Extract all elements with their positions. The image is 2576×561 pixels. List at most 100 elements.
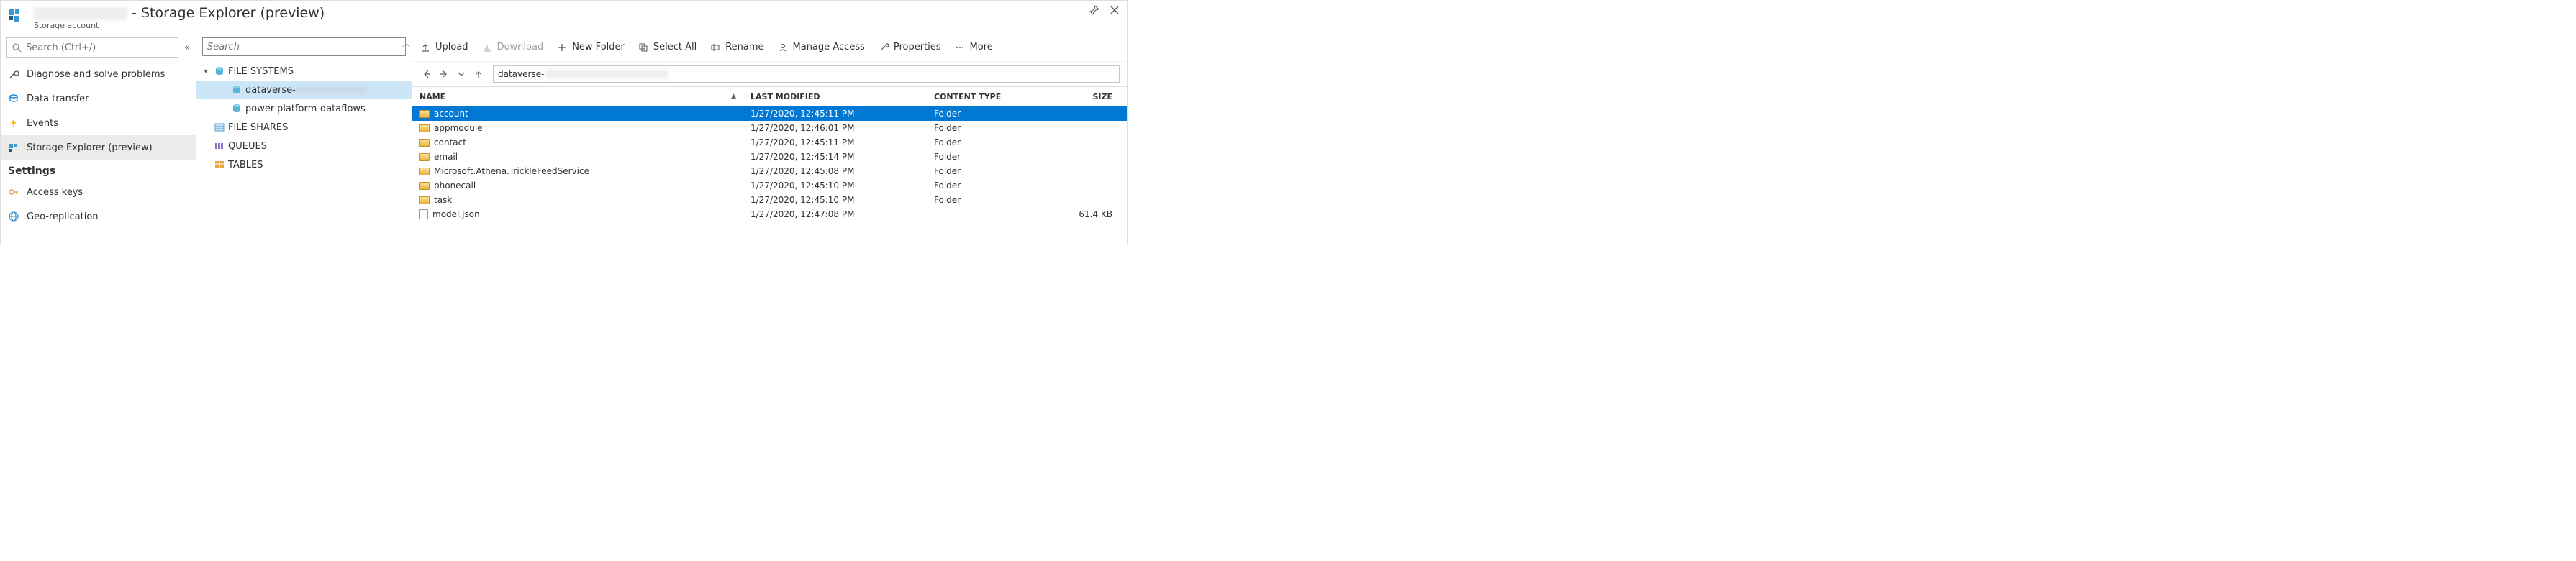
new-folder-label: New Folder (572, 42, 625, 53)
more-button[interactable]: More (954, 42, 993, 53)
more-icon (954, 42, 966, 53)
tree: ▾FILE SYSTEMSdataverse-xxxxxxxxxxxxxpowe… (196, 60, 412, 175)
cell-name: appmodule (412, 123, 743, 133)
middle-panel: ︿ ▾FILE SYSTEMSdataverse-xxxxxxxxxxxxxpo… (196, 33, 412, 245)
cell-modified: 1/27/2020, 12:45:10 PM (743, 181, 927, 191)
properties-button[interactable]: Properties (878, 42, 941, 53)
tree-item-power-platform-dataflows[interactable]: power-platform-dataflows (196, 99, 412, 118)
right-panel: Upload Download New Folder Select All Re… (412, 33, 1127, 245)
nav-back-icon[interactable] (419, 67, 434, 81)
storage-account-icon (8, 6, 27, 25)
tree-label: QUEUES (228, 141, 412, 152)
cell-name: Microsoft.Athena.TrickleFeedService (412, 166, 743, 176)
cell-type: Folder (927, 181, 1042, 191)
cell-modified: 1/27/2020, 12:47:08 PM (743, 209, 927, 219)
container-icon (214, 65, 225, 77)
sort-asc-icon: ▲ (731, 93, 736, 100)
fileshare-icon (214, 122, 225, 133)
table-row[interactable]: Microsoft.Athena.TrickleFeedService1/27/… (412, 164, 1127, 178)
close-icon[interactable] (1110, 5, 1120, 15)
settings-item-access-keys[interactable]: Access keys (1, 180, 196, 204)
toolbar: Upload Download New Folder Select All Re… (412, 33, 1127, 62)
left-search-box[interactable] (6, 37, 178, 58)
breadcrumb-path[interactable]: dataverse- (493, 65, 1120, 83)
tree-twisty-icon[interactable]: ▾ (201, 68, 211, 76)
table-row[interactable]: account1/27/2020, 12:45:11 PMFolder (412, 106, 1127, 121)
search-icon (12, 42, 22, 53)
pin-icon[interactable] (1089, 5, 1099, 15)
nav-down-icon[interactable] (454, 67, 468, 81)
col-size[interactable]: SIZE (1042, 92, 1127, 101)
container-icon (231, 84, 242, 96)
tree-item-file-shares[interactable]: FILE SHARES (196, 118, 412, 137)
nav-item-events[interactable]: Events (1, 111, 196, 135)
window-controls (1089, 5, 1120, 15)
title-suffix: - Storage Explorer (preview) (132, 5, 325, 21)
rename-icon (709, 42, 721, 53)
collapse-left-icon[interactable]: « (184, 42, 190, 53)
nav-item-storage-explorer-preview-[interactable]: Storage Explorer (preview) (1, 135, 196, 160)
title-wrap: - Storage Explorer (preview) Storage acc… (34, 5, 1082, 30)
left-search-row: « (1, 33, 196, 62)
navbar: dataverse- (412, 62, 1127, 86)
table-row[interactable]: task1/27/2020, 12:45:10 PMFolder (412, 193, 1127, 207)
mid-search-input[interactable] (202, 37, 406, 56)
nav-label: Data transfer (27, 94, 89, 104)
download-icon (481, 42, 493, 53)
page-subtitle: Storage account (34, 21, 1082, 30)
left-search-input[interactable] (26, 42, 173, 53)
cell-name: account (412, 109, 743, 119)
cell-modified: 1/27/2020, 12:45:14 PM (743, 152, 927, 162)
cell-modified: 1/27/2020, 12:45:08 PM (743, 166, 927, 176)
scroll-up-icon[interactable]: ︿ (402, 37, 410, 49)
nav-item-diagnose-and-solve-problems[interactable]: Diagnose and solve problems (1, 62, 196, 86)
page-title: - Storage Explorer (preview) (34, 5, 1082, 21)
download-label: Download (497, 42, 544, 53)
upload-label: Upload (435, 42, 468, 53)
nav-label: Storage Explorer (preview) (27, 142, 153, 153)
settings-item-geo-replication[interactable]: Geo-replication (1, 204, 196, 229)
table-row[interactable]: appmodule1/27/2020, 12:46:01 PMFolder (412, 121, 1127, 135)
upload-button[interactable]: Upload (419, 42, 468, 53)
tree-item-dataverse-[interactable]: dataverse-xxxxxxxxxxxxx (196, 81, 412, 99)
tree-item-tables[interactable]: TABLES (196, 155, 412, 174)
col-name[interactable]: NAME▲ (412, 92, 743, 101)
table-row[interactable]: model.json1/27/2020, 12:47:08 PM61.4 KB (412, 207, 1127, 222)
titlebar: - Storage Explorer (preview) Storage acc… (1, 1, 1127, 33)
left-panel: « Diagnose and solve problems Data transf… (1, 33, 196, 245)
globe-icon (8, 211, 19, 222)
tree-item-queues[interactable]: QUEUES (196, 137, 412, 155)
manage-access-label: Manage Access (793, 42, 865, 53)
table-row[interactable]: contact1/27/2020, 12:45:11 PMFolder (412, 135, 1127, 150)
col-type[interactable]: CONTENT TYPE (927, 92, 1042, 101)
nav-up-icon[interactable] (471, 67, 486, 81)
tree-item-file-systems[interactable]: ▾FILE SYSTEMS (196, 62, 412, 81)
select-all-label: Select All (653, 42, 697, 53)
nav-label: Diagnose and solve problems (27, 69, 165, 80)
select-all-button[interactable]: Select All (638, 42, 697, 53)
cell-modified: 1/27/2020, 12:45:11 PM (743, 109, 927, 119)
wrench-icon (878, 42, 889, 53)
rename-label: Rename (725, 42, 763, 53)
nav-item-data-transfer[interactable]: Data transfer (1, 86, 196, 111)
cell-modified: 1/27/2020, 12:45:11 PM (743, 137, 927, 147)
rename-button[interactable]: Rename (709, 42, 763, 53)
cell-type: Folder (927, 166, 1042, 176)
manage-access-button[interactable]: Manage Access (777, 42, 865, 53)
folder-icon (419, 153, 430, 161)
left-settings: Access keys Geo-replication (1, 180, 196, 229)
mid-search (202, 37, 406, 56)
nav-forward-icon[interactable] (437, 67, 451, 81)
cell-name: contact (412, 137, 743, 147)
col-modified[interactable]: LAST MODIFIED (743, 92, 927, 101)
table-row[interactable]: phonecall1/27/2020, 12:45:10 PMFolder (412, 178, 1127, 193)
cell-type: Folder (927, 137, 1042, 147)
tree-label: FILE SHARES (228, 122, 412, 133)
body: « Diagnose and solve problems Data transf… (1, 33, 1127, 245)
settings-label: Access keys (27, 187, 83, 198)
new-folder-button[interactable]: New Folder (556, 42, 625, 53)
folder-icon (419, 124, 430, 132)
cell-type: Folder (927, 123, 1042, 133)
table-row[interactable]: email1/27/2020, 12:45:14 PMFolder (412, 150, 1127, 164)
grid-header: NAME▲ LAST MODIFIED CONTENT TYPE SIZE (412, 86, 1127, 106)
